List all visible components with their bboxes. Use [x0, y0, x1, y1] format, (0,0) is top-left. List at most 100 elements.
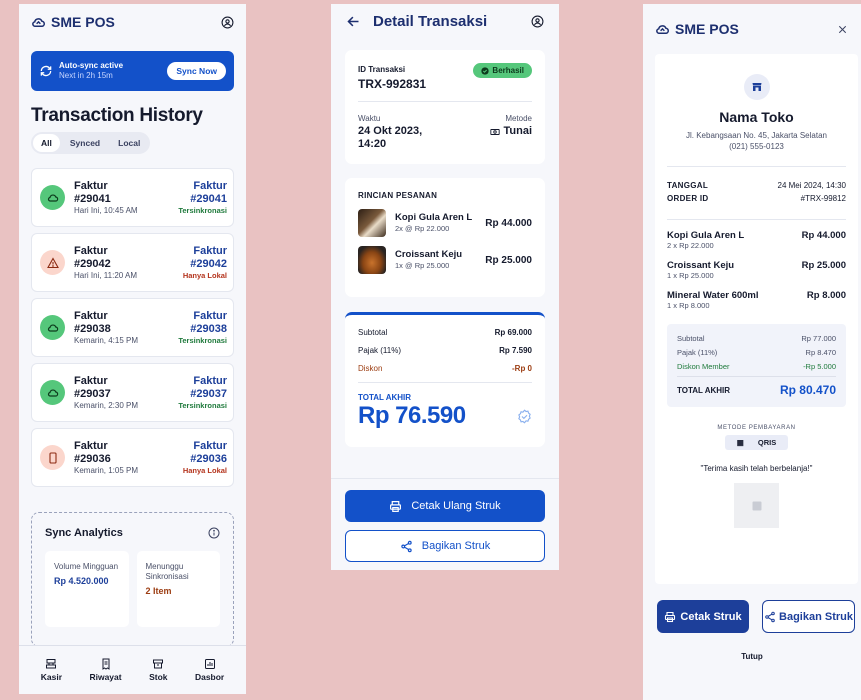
sync-next: Next in 2h 15m [59, 71, 113, 80]
sync-status-badge: Tersinkronasi [178, 335, 227, 345]
transaction-time: Kemarin, 2:30 PM [74, 400, 139, 410]
tax-label: Pajak (11%) [677, 348, 718, 357]
filter-all[interactable]: All [33, 134, 60, 152]
invoice-number: #29036 [190, 452, 227, 465]
date-label: TANGGAL [667, 181, 709, 190]
brand: SME POS [655, 21, 739, 37]
tab-stok[interactable]: Stok [149, 658, 167, 682]
invoice-label: Faktur [193, 439, 227, 452]
payment-method-label: METODE PEMBAYARAN [717, 425, 796, 431]
inventory-icon [153, 659, 164, 669]
transaction-row[interactable]: Faktur #29042 Hari Ini, 11:20 AM Faktur #290… [31, 233, 234, 292]
tax-value: Rp 8.470 [805, 348, 836, 357]
payment-method-value: QRIS [751, 435, 783, 450]
back-arrow-icon[interactable] [346, 14, 361, 29]
order-detail-card: RINCIAN PESANAN Kopi Gula Aren L 2x @ Rp… [345, 178, 545, 297]
analytics-title: Sync Analytics [45, 527, 123, 539]
transaction-time: Kemarin, 1:05 PM [74, 465, 139, 475]
brand-name: SME POS [51, 14, 115, 30]
qr-code-image [734, 483, 779, 528]
cash-icon [490, 128, 501, 135]
invoice-number: #29042 [74, 257, 111, 270]
close-icon[interactable] [835, 22, 849, 36]
tab-dasbor[interactable]: Dasbor [195, 658, 224, 682]
close-button[interactable]: Tutup [643, 652, 861, 661]
share-receipt-label: Bagikan Struk [421, 540, 491, 552]
warning-icon [40, 250, 65, 275]
share-icon [765, 611, 775, 622]
transaction-id-value: TRX-992831 [358, 77, 427, 91]
profile-icon[interactable] [220, 15, 234, 29]
reprint-receipt-button[interactable]: Cetak Ulang Struk [345, 490, 545, 522]
subtotal-value: Rp 77.000 [801, 334, 836, 343]
subtotal-label: Subtotal [358, 328, 388, 337]
transaction-time: Hari Ini, 10:45 AM [74, 205, 138, 215]
sync-analytics-card: Sync Analytics Volume Mingguan Rp 4.520.… [31, 512, 234, 647]
total-label: TOTAL AKHIR [358, 393, 412, 402]
transaction-row[interactable]: Faktur #29038 Kemarin, 4:15 PM Faktur #29038… [31, 298, 234, 357]
payment-summary-card: Subtotal Rp 69.000 Pajak (11%) Rp 7.590 Di… [345, 312, 545, 447]
item-price: Rp 25.000 [801, 260, 846, 271]
pending-sync-label: Menunggu Sinkronisasi [145, 562, 189, 581]
transaction-detail-screen: Detail Transaksi ID Transaksi TRX-992831… [331, 4, 559, 570]
share-receipt-button[interactable]: Bagikan Struk [762, 600, 855, 633]
share-icon [401, 540, 412, 552]
tab-riwayat[interactable]: Riwayat [89, 658, 122, 682]
filter-synced[interactable]: Synced [62, 134, 108, 152]
transaction-row[interactable]: Faktur #29036 Kemarin, 1:05 PM Faktur #29036… [31, 428, 234, 487]
transaction-id-label: ID Transaksi [358, 65, 406, 74]
transaction-history-screen: SME POS Auto-sync active Next in 2h 15m … [19, 4, 246, 694]
weekly-volume-value: Rp 4.520.000 [54, 576, 109, 586]
invoice-label: Faktur [74, 244, 108, 257]
profile-icon[interactable] [530, 14, 544, 28]
store-address: Jl. Kebangsaan No. 45, Jakarta Selatan [686, 131, 827, 140]
receipt-item: Mineral Water 600ml Rp 8.000 1 x Rp 8.000 [667, 290, 846, 310]
filter-local[interactable]: Local [110, 134, 148, 152]
phone-icon [40, 445, 65, 470]
store-phone: (021) 555-0123 [729, 142, 784, 151]
croissant-thumbnail [358, 246, 386, 274]
tax-value: Rp 7.590 [499, 346, 532, 355]
transaction-time: Hari Ini, 11:20 AM [74, 270, 137, 280]
item-name: Kopi Gula Aren L [395, 212, 473, 223]
invoice-label: Faktur [74, 179, 108, 192]
item-price: Rp 8.000 [806, 290, 846, 301]
order-id-label: ORDER ID [667, 194, 709, 203]
invoice-number: #29038 [74, 322, 111, 335]
print-receipt-button[interactable]: Cetak Struk [657, 600, 749, 633]
sync-icon [40, 65, 52, 77]
invoice-number: #29037 [74, 387, 111, 400]
coffee-thumbnail [358, 209, 386, 237]
item-qty: 1 x Rp 8.000 [667, 301, 710, 310]
invoice-label: Faktur [193, 309, 227, 322]
cloud-icon [40, 380, 65, 405]
action-bar: Cetak Ulang Struk Bagikan Struk [331, 478, 559, 570]
invoice-label: Faktur [193, 374, 227, 387]
reprint-receipt-label: Cetak Ulang Struk [411, 500, 501, 512]
invoice-label: Faktur [193, 244, 227, 257]
sync-now-button[interactable]: Sync Now [167, 62, 226, 80]
page-title: Detail Transaksi [373, 12, 488, 30]
transaction-row[interactable]: Faktur #29041 Hari Ini, 10:45 AM Faktur #290… [31, 168, 234, 227]
tab-kasir[interactable]: Kasir [41, 658, 62, 682]
invoice-number: #29036 [74, 452, 111, 465]
page-title: Transaction History [31, 105, 203, 126]
discount-label: Diskon Member [677, 362, 730, 371]
time-value: 24 Okt 2023, 14:20 [358, 125, 423, 150]
top-bar: SME POS [643, 4, 861, 54]
printer-icon [390, 500, 402, 512]
info-icon[interactable] [208, 527, 220, 539]
cloud-logo-icon [32, 17, 46, 27]
total-label: TOTAL AKHIR [677, 385, 731, 395]
discount-label: Diskon [358, 364, 383, 373]
date-value: 24 Mei 2024, 14:30 [777, 181, 847, 190]
item-qty: 1 x Rp 25.000 [667, 271, 714, 280]
item-name: Croissant Keju [395, 249, 463, 260]
transaction-row[interactable]: Faktur #29037 Kemarin, 2:30 PM Faktur #29037… [31, 363, 234, 422]
invoice-label: Faktur [74, 309, 108, 322]
transaction-time: Kemarin, 4:15 PM [74, 335, 139, 345]
share-receipt-button[interactable]: Bagikan Struk [345, 530, 545, 562]
tab-riwayat-label: Riwayat [89, 672, 122, 682]
sync-status-badge: Tersinkronasi [178, 205, 227, 215]
total-value: Rp 80.470 [779, 383, 836, 397]
